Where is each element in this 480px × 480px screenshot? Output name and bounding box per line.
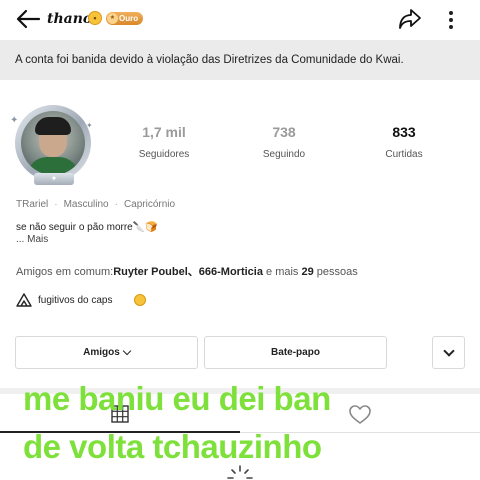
mutual-middle: e mais <box>262 266 302 278</box>
group-name: fugitivos do caps <box>38 295 113 306</box>
ban-notice-banner: A conta foi banida devido à violação das… <box>0 40 480 80</box>
chevron-down-icon <box>442 345 455 357</box>
group-emoji <box>134 294 146 306</box>
arrow-left-icon <box>16 9 41 29</box>
profile-gender: Masculino <box>63 199 109 210</box>
overlay-caption-line-1: me baniu eu dei ban <box>23 380 331 417</box>
sparkle-icon: ✦ <box>86 121 93 130</box>
top-bar: thanos • ★ Ouro <box>0 0 480 40</box>
level-badge-label: Ouro <box>119 14 139 23</box>
more-vertical-icon <box>449 11 453 15</box>
medal-icon: ★ <box>107 13 118 24</box>
following-count: 738 <box>272 124 296 140</box>
chat-button-label: Bate-papo <box>271 347 320 358</box>
mutual-friends[interactable]: Amigos em comum:Ruyter Poubel、666-Mortic… <box>16 263 358 279</box>
bio-more-link[interactable]: ... Mais <box>16 234 48 245</box>
sparkle-icon: ✦ <box>10 115 19 126</box>
ban-notice-text: A conta foi banida devido à violação das… <box>15 54 404 66</box>
share-button[interactable] <box>397 6 423 32</box>
mutual-count: 29 <box>301 266 314 278</box>
followers-label: Seguidores <box>138 149 190 160</box>
share-arrow-icon <box>399 9 421 29</box>
mutual-names: Ruyter Poubel、666-Morticia <box>113 266 263 278</box>
profile-sign: Capricórnio <box>123 199 176 210</box>
back-button[interactable] <box>14 8 42 30</box>
emoji-badge: • <box>88 11 102 25</box>
heart-icon[interactable] <box>349 405 371 425</box>
chevron-down-icon <box>122 346 132 356</box>
friends-button-label: Amigos <box>83 347 120 358</box>
followers-count: 1,7 mil <box>142 124 186 140</box>
stat-likes[interactable]: 833 Curtidas <box>354 124 454 160</box>
expand-button[interactable] <box>432 336 465 369</box>
loading-spinner-icon <box>227 465 253 479</box>
likes-label: Curtidas <box>385 149 423 160</box>
chat-button[interactable]: Bate-papo <box>204 336 387 369</box>
avatar-photo <box>21 111 85 175</box>
stat-following[interactable]: 738 Seguindo <box>234 124 334 160</box>
following-label: Seguindo <box>262 149 306 160</box>
likes-count: 833 <box>392 124 416 140</box>
overlay-caption-line-2: de volta tchauzinho <box>23 428 322 465</box>
group-tent-icon <box>16 293 32 307</box>
mutual-prefix: Amigos em comum: <box>16 266 114 278</box>
profile-meta: TRariel · Masculino · Capricórnio <box>16 199 176 210</box>
level-badge[interactable]: ★ Ouro <box>106 12 144 25</box>
more-options-button[interactable] <box>444 8 458 32</box>
stat-followers[interactable]: 1,7 mil Seguidores <box>114 124 214 160</box>
friends-button[interactable]: Amigos <box>15 336 198 369</box>
profile-bio: se não seguir o pão morre🔪🍞 <box>16 222 158 233</box>
mutual-suffix: pessoas <box>313 266 358 278</box>
avatar-frame-ribbon: ✦ <box>34 173 74 185</box>
avatar[interactable]: ✦ ✦ ✦ <box>8 103 93 185</box>
profile-name: TRariel <box>16 199 49 210</box>
